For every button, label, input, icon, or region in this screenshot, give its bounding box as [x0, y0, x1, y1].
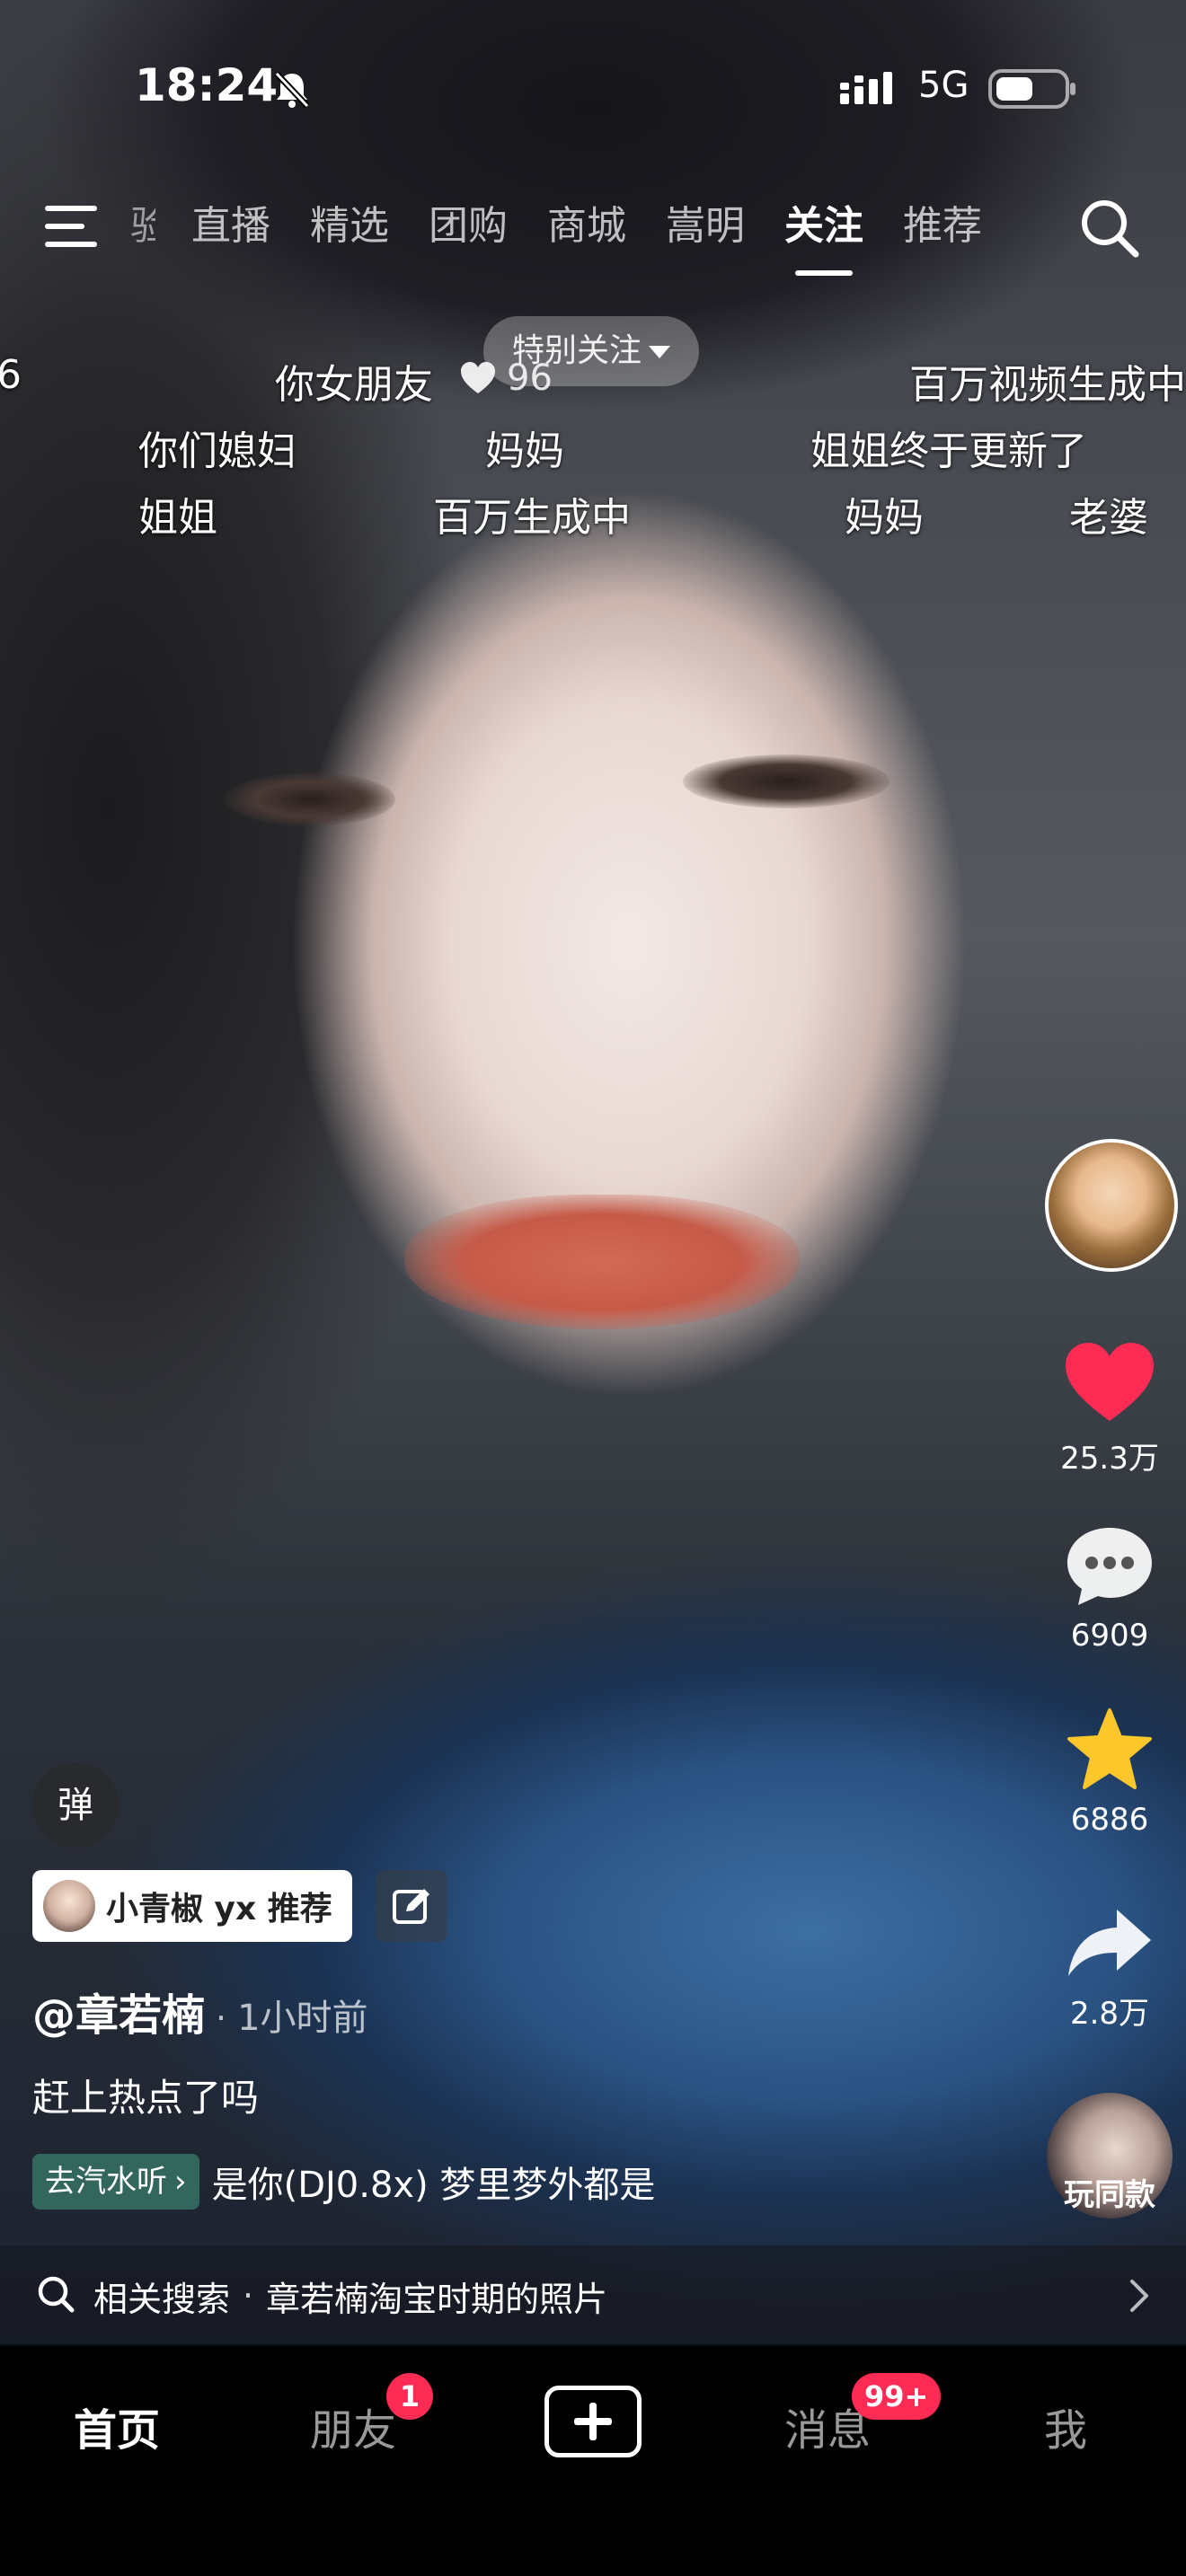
- tab-live[interactable]: 直播: [191, 193, 270, 251]
- danmaku-comment: 百万视频生成中: [909, 362, 1186, 408]
- top-tabs: 验 直播 精选 团购 商城 嵩明 关注 推荐: [130, 193, 1022, 276]
- tab-partial[interactable]: 验: [130, 193, 155, 251]
- plus-icon: [574, 2403, 612, 2440]
- related-search-bar[interactable]: 相关搜索 · 章若楠淘宝时期的照片: [0, 2245, 1186, 2346]
- like-button[interactable]: 25.3万: [1051, 1338, 1168, 1478]
- creator-avatar[interactable]: [1045, 1139, 1178, 1272]
- music-title: 是你(DJ0.8x) 梦里梦外都是: [211, 2165, 656, 2206]
- search-icon: [36, 2274, 75, 2317]
- tab-featured[interactable]: 精选: [310, 193, 389, 251]
- tab-home[interactable]: 首页: [74, 2395, 160, 2457]
- danmaku-comment: 姐姐终于更新了: [810, 428, 1087, 474]
- signal-icon: [840, 70, 903, 110]
- tab-friends[interactable]: 朋友: [310, 2395, 396, 2457]
- danmaku-comment: 6: [0, 352, 22, 398]
- search-icon[interactable]: [1078, 197, 1141, 263]
- danmaku-comment: 老婆: [1069, 495, 1148, 541]
- tab-recommend[interactable]: 推荐: [903, 193, 982, 251]
- video-frame-eye: [225, 772, 395, 826]
- star-icon: [1067, 1708, 1152, 1789]
- network-type: 5G: [918, 65, 969, 106]
- music-tag[interactable]: 去汽水听 ›: [32, 2154, 199, 2210]
- share-button[interactable]: 2.8万: [1051, 1904, 1168, 2033]
- tab-mall[interactable]: 商城: [547, 193, 626, 251]
- music-tag-label: 去汽水听: [45, 2164, 167, 2200]
- edit-icon: [393, 1889, 429, 1924]
- caret-down-icon: [649, 346, 671, 358]
- status-bar: 18:24 5G: [0, 54, 1186, 126]
- related-search-separator: ·: [243, 2276, 254, 2316]
- related-search-prefix: 相关搜索: [93, 2279, 231, 2319]
- comment-button[interactable]: 6909: [1051, 1522, 1168, 1654]
- comment-icon: [1067, 1528, 1152, 1605]
- share-count: 2.8万: [1069, 1996, 1150, 2032]
- create-button[interactable]: [544, 2386, 642, 2457]
- related-search-query: 章若楠淘宝时期的照片: [266, 2279, 608, 2319]
- danmaku-like-count: 96: [507, 357, 553, 399]
- danmaku-comment: 妈妈: [845, 495, 924, 541]
- top-nav: 验 直播 精选 团购 商城 嵩明 关注 推荐: [0, 193, 1186, 276]
- author-line: @章若楠 · 1小时前: [32, 1980, 368, 2042]
- status-time: 18:24: [135, 59, 279, 111]
- danmaku-comment: 你们媳妇: [138, 428, 296, 474]
- recommender-avatar: [43, 1880, 95, 1932]
- video-frame-eye: [683, 754, 890, 808]
- heart-outline-icon: [461, 362, 495, 393]
- video-feed-screen: 18:24 5G 验 直播 精选 团购 商城 嵩明 关注 推荐 特别关注 6 你…: [0, 0, 1186, 2576]
- author-name[interactable]: @章若楠: [32, 1980, 205, 2042]
- separator-dot: ·: [216, 1998, 227, 2038]
- heart-icon: [1066, 1343, 1154, 1421]
- favorite-count: 6886: [1070, 1802, 1149, 1838]
- edit-button[interactable]: [376, 1870, 447, 1942]
- chevron-right-icon: [1128, 2276, 1150, 2319]
- danmaku-comment: 妈妈: [485, 428, 564, 474]
- chevron-right-icon: ›: [174, 2164, 187, 2200]
- tab-local[interactable]: 嵩明: [666, 193, 745, 251]
- silent-bell-icon: [271, 70, 313, 113]
- share-arrow-icon: [1068, 1910, 1151, 1976]
- tab-me[interactable]: 我: [1044, 2395, 1087, 2457]
- video-caption[interactable]: 赶上热点了吗: [32, 2068, 259, 2122]
- tab-group-buy[interactable]: 团购: [429, 193, 508, 251]
- bottom-tab-bar: 首页 朋友 1 消息 99+ 我: [0, 2346, 1186, 2576]
- messages-badge: 99+: [852, 2373, 942, 2420]
- post-time: 1小时前: [237, 1998, 368, 2039]
- friends-badge: 1: [386, 2373, 433, 2420]
- menu-icon[interactable]: [45, 204, 101, 252]
- like-count: 25.3万: [1060, 1441, 1159, 1477]
- same-style-label[interactable]: 玩同款: [1051, 2170, 1168, 2214]
- danmaku-comment: 你女朋友: [275, 362, 433, 408]
- recommender-label: 小青椒 yx 推荐: [106, 1891, 332, 1928]
- danmaku-toggle-button[interactable]: 弹: [32, 1762, 119, 1848]
- danmaku-like: 96: [458, 357, 553, 399]
- danmaku-comment: 百万生成中: [433, 495, 631, 541]
- tab-following[interactable]: 关注: [784, 193, 863, 276]
- comment-count: 6909: [1070, 1618, 1149, 1654]
- favorite-button[interactable]: 6886: [1051, 1707, 1168, 1838]
- recommender-pill[interactable]: 小青椒 yx 推荐: [32, 1870, 352, 1942]
- battery-icon: [988, 68, 1078, 113]
- danmaku-comment: 姐姐: [138, 495, 217, 541]
- video-frame-lips: [404, 1195, 800, 1329]
- music-line[interactable]: 去汽水听 › 是你(DJ0.8x) 梦里梦外都是: [32, 2154, 715, 2210]
